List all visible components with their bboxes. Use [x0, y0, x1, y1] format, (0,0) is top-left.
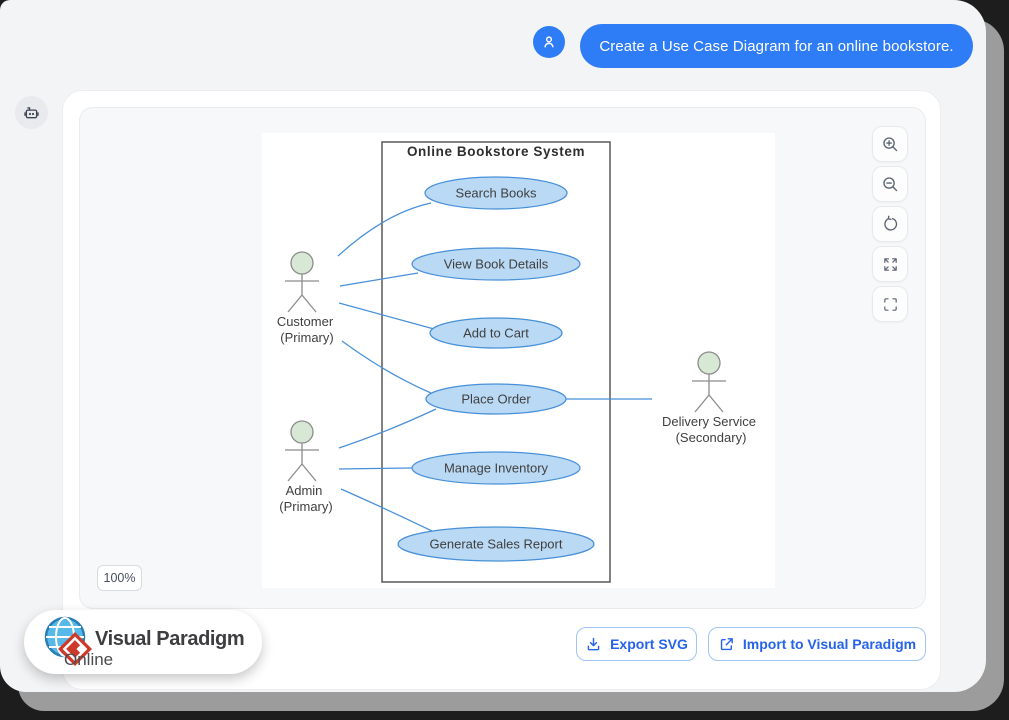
fullscreen-button[interactable]: [872, 286, 908, 322]
usecase-diagram-canvas[interactable]: Online Bookstore System Search Books View …: [262, 133, 775, 588]
actor-admin-head: [291, 421, 313, 443]
fullscreen-icon: [882, 296, 899, 313]
external-link-icon: [718, 636, 735, 653]
expand-icon: [882, 256, 899, 273]
logo-title: Visual Paradigm: [95, 628, 244, 651]
actor-customer-head: [291, 252, 313, 274]
chat-message-bubble: Create a Use Case Diagram for an online …: [580, 24, 973, 68]
actor-admin-name: Admin: [286, 483, 323, 498]
usecase-search-books-label: Search Books: [456, 186, 537, 201]
export-svg-button[interactable]: Export SVG: [576, 627, 697, 661]
logo-subtitle: Online: [64, 650, 113, 670]
user-icon: [540, 33, 558, 51]
actor-customer-stereotype: (Primary): [280, 330, 333, 345]
zoom-in-icon: [881, 135, 900, 154]
diagram-panel: Online Bookstore System Search Books View …: [79, 107, 926, 609]
chat-message-text: Create a Use Case Diagram for an online …: [599, 38, 953, 55]
reset-view-icon: [881, 215, 900, 234]
usecase-add-to-cart-label: Add to Cart: [463, 326, 529, 341]
usecase-place-order-label: Place Order: [461, 392, 531, 407]
expand-button[interactable]: [872, 246, 908, 282]
actor-delivery-service-head: [698, 352, 720, 374]
actor-customer-name: Customer: [277, 314, 334, 329]
import-to-vp-button[interactable]: Import to Visual Paradigm: [708, 627, 926, 661]
zoom-in-button[interactable]: [872, 126, 908, 162]
download-icon: [585, 636, 602, 653]
actor-delivery-service-body: [692, 374, 726, 412]
usecase-generate-sales-report-label: Generate Sales Report: [430, 537, 563, 552]
result-card: Online Bookstore System Search Books View …: [62, 90, 941, 690]
zoom-out-icon: [881, 175, 900, 194]
export-svg-label: Export SVG: [610, 636, 688, 652]
import-to-vp-label: Import to Visual Paradigm: [743, 636, 916, 652]
user-avatar: [533, 26, 565, 58]
reset-view-button[interactable]: [872, 206, 908, 242]
view-toolbar: [872, 126, 908, 322]
usecase-view-book-details-label: View Book Details: [444, 257, 549, 272]
zoom-out-button[interactable]: [872, 166, 908, 202]
zoom-level-value: 100%: [104, 571, 136, 585]
actor-admin-body: [285, 443, 319, 481]
robot-icon: [22, 103, 41, 122]
app-window: Create a Use Case Diagram for an online …: [0, 0, 986, 692]
zoom-level-badge[interactable]: 100%: [97, 565, 142, 591]
actor-admin-stereotype: (Primary): [279, 499, 332, 514]
system-boundary-title: Online Bookstore System: [407, 144, 585, 159]
actor-delivery-service-stereotype: (Secondary): [676, 430, 747, 445]
assistant-robot-button[interactable]: [15, 96, 48, 129]
actor-customer-body: [285, 274, 319, 312]
actor-delivery-service-name: Delivery Service: [662, 414, 756, 429]
usecase-manage-inventory-label: Manage Inventory: [444, 461, 549, 476]
